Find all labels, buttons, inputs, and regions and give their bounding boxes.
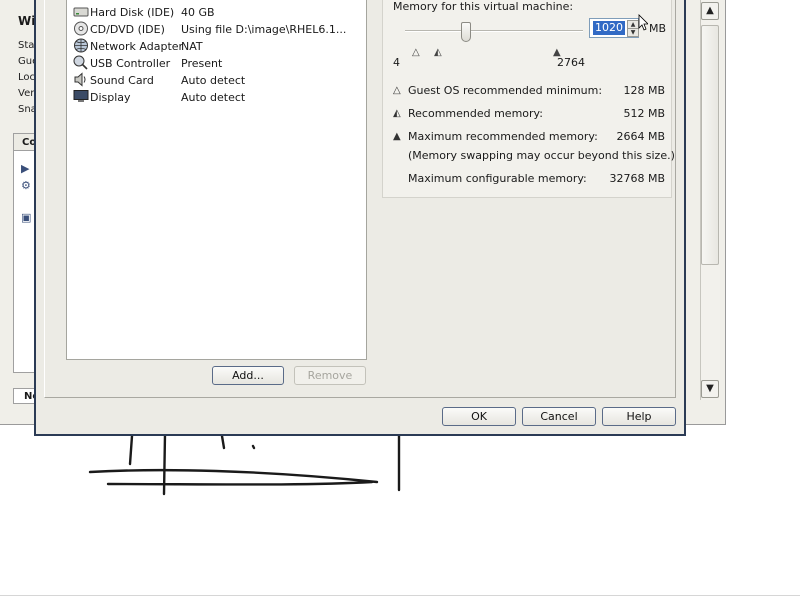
recommended-memory-row: ◭ Recommended memory: 512 MB — [393, 107, 665, 121]
device-name: Sound Card — [90, 74, 154, 87]
device-row-usb-controller[interactable]: USB Controller Present — [71, 55, 361, 72]
memory-title: Memory for this virtual machine: — [393, 0, 574, 13]
dialog-content: Hard Disk (IDE) 40 GB CD/DVD (IDE) Using… — [44, 0, 676, 398]
device-row-sound-card[interactable]: Sound Card Auto detect — [71, 72, 361, 89]
background-label-version: Ver — [18, 88, 35, 99]
guest-os-min-row: △ Guest OS recommended minimum: 128 MB — [393, 84, 665, 98]
device-row-hard-disk[interactable]: Hard Disk (IDE) 40 GB — [71, 4, 361, 21]
outline-triangle-icon: △ — [393, 85, 401, 96]
device-name: Display — [90, 91, 131, 104]
device-row-display[interactable]: Display Auto detect — [71, 89, 361, 106]
remove-device-button[interactable]: Remove — [294, 366, 366, 385]
background-window-title: Wi — [18, 14, 36, 28]
ok-button[interactable]: OK — [442, 407, 516, 426]
device-name: Hard Disk (IDE) — [90, 6, 175, 19]
info-value: 32768 MB — [609, 172, 665, 185]
memory-unit: MB — [649, 22, 667, 35]
virtual-machine-settings-dialog: Hard Disk (IDE) 40 GB CD/DVD (IDE) Using… — [34, 0, 686, 436]
device-name: Network Adapter — [90, 40, 184, 53]
info-label: Recommended memory: — [408, 107, 543, 120]
cancel-button[interactable]: Cancel — [522, 407, 596, 426]
memory-size-input[interactable]: 1020 ▲ ▼ — [589, 18, 639, 38]
info-value: 512 MB — [623, 107, 665, 120]
device-name: USB Controller — [90, 57, 171, 70]
hard-disk-icon — [73, 7, 89, 17]
memory-size-value: 1020 — [593, 21, 625, 35]
device-row-cd-dvd[interactable]: CD/DVD (IDE) Using file D:\image\RHEL6.1… — [71, 21, 361, 38]
device-list[interactable]: Hard Disk (IDE) 40 GB CD/DVD (IDE) Using… — [66, 0, 367, 360]
display-icon — [73, 90, 89, 102]
swapping-note-row: (Memory swapping may occur beyond this s… — [393, 149, 675, 163]
half-triangle-icon: ◭ — [393, 108, 401, 119]
slider-max-label: 2764 — [557, 56, 585, 69]
info-label: Maximum recommended memory: — [408, 130, 598, 143]
clone-icon[interactable]: ▣ — [21, 212, 33, 224]
scroll-down-button[interactable]: ▼ — [701, 380, 719, 398]
scroll-thumb[interactable] — [701, 25, 719, 265]
info-label: Guest OS recommended minimum: — [408, 84, 603, 97]
max-recommended-row: ▲ Maximum recommended memory: 2664 MB — [393, 130, 665, 144]
background-label-state: Sta — [18, 40, 35, 51]
memory-slider-track[interactable] — [405, 30, 583, 32]
play-icon[interactable]: ▶ — [21, 163, 33, 175]
sound-card-icon — [74, 72, 86, 87]
edit-settings-icon[interactable]: ⚙ — [21, 180, 33, 192]
network-adapter-icon — [74, 38, 88, 53]
device-name: CD/DVD (IDE) — [90, 23, 165, 36]
add-device-button[interactable]: Add... — [212, 366, 284, 385]
info-value: 2664 MB — [616, 130, 665, 143]
help-button[interactable]: Help — [602, 407, 676, 426]
recommended-marker-icon: ◭ — [434, 47, 442, 58]
info-note: (Memory swapping may occur beyond this s… — [408, 149, 675, 162]
device-summary: Auto detect — [181, 74, 246, 87]
max-configurable-row: Maximum configurable memory: 32768 MB — [393, 172, 665, 186]
device-summary: 40 GB — [181, 6, 215, 19]
device-summary: Using file D:\image\RHEL6.1... — [181, 23, 347, 36]
mouse-pointer-icon — [638, 14, 648, 31]
handwriting-scribble — [88, 432, 401, 496]
slider-min-label: 4 — [393, 56, 400, 69]
filled-triangle-icon: ▲ — [393, 131, 401, 142]
memory-slider-thumb[interactable] — [461, 22, 471, 42]
device-summary: NAT — [181, 40, 203, 53]
info-label: Maximum configurable memory: — [408, 172, 587, 185]
usb-controller-icon — [73, 55, 88, 70]
device-row-network-adapter[interactable]: Network Adapter NAT — [71, 38, 361, 55]
device-summary: Present — [181, 57, 223, 70]
info-value: 128 MB — [623, 84, 665, 97]
min-recommended-marker-icon: △ — [412, 47, 420, 58]
background-label-location: Loc — [18, 72, 36, 83]
page-bottom-divider — [0, 595, 800, 596]
device-summary: Auto detect — [181, 91, 246, 104]
cd-dvd-icon — [74, 21, 88, 36]
memory-panel: Memory for this virtual machine: △ ◭ ▲ 4… — [382, 0, 675, 198]
scroll-up-button[interactable]: ▲ — [701, 2, 719, 20]
